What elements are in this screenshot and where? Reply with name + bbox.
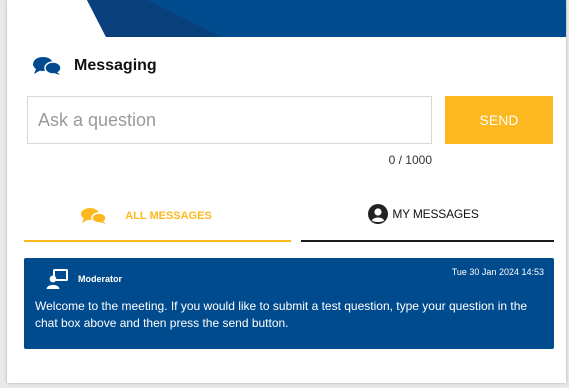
- messaging-panel: Messaging SEND 0 / 1000 ALL MESSAGES MY …: [7, 0, 566, 383]
- moderator-icon: [46, 269, 68, 289]
- message-timestamp: Tue 30 Jan 2024 14:53: [451, 267, 544, 277]
- messaging-header: Messaging: [32, 54, 157, 78]
- top-banner: [87, 0, 566, 37]
- tab-all-messages-content: ALL MESSAGES: [81, 207, 212, 225]
- tab-my-messages[interactable]: MY MESSAGES: [301, 196, 554, 242]
- question-input[interactable]: [27, 96, 432, 144]
- message-author: Moderator: [78, 274, 123, 284]
- chat-bubbles-icon: [81, 208, 107, 224]
- tab-all-messages-label: ALL MESSAGES: [125, 210, 212, 222]
- send-button[interactable]: SEND: [445, 96, 553, 144]
- message-card: Moderator Tue 30 Jan 2024 14:53 Welcome …: [24, 258, 554, 349]
- message-text: Welcome to the meeting. If you would lik…: [35, 299, 528, 330]
- chat-bubbles-icon: [33, 57, 62, 75]
- tab-my-messages-content: MY MESSAGES: [368, 204, 479, 224]
- character-counter: 0 / 1000: [388, 153, 432, 167]
- tab-my-messages-label: MY MESSAGES: [392, 207, 479, 221]
- tab-all-messages[interactable]: ALL MESSAGES: [24, 196, 291, 242]
- user-circle-icon: [368, 204, 389, 224]
- page-title: Messaging: [74, 57, 157, 74]
